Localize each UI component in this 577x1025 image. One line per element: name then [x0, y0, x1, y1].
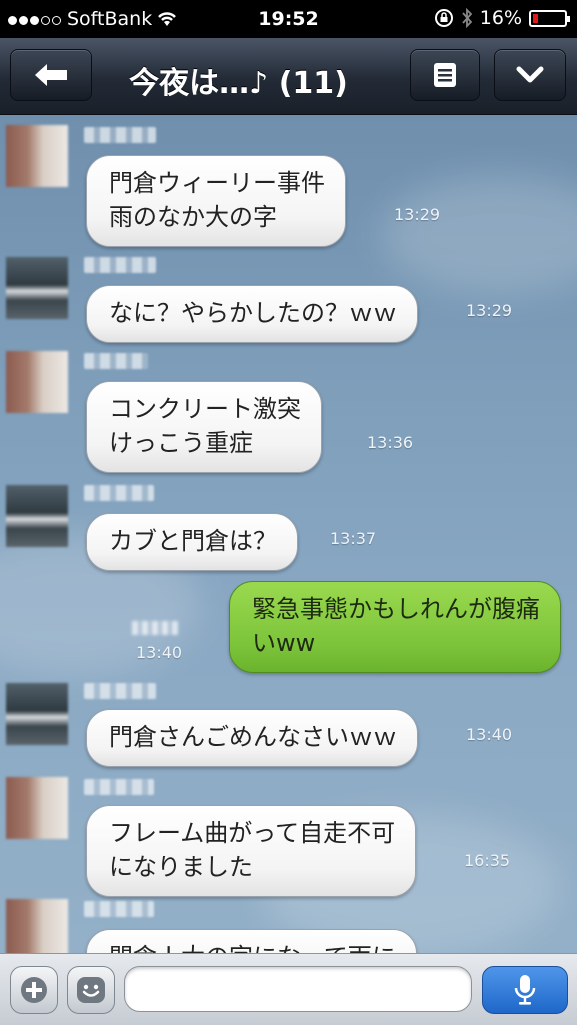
message-time: 16:35: [464, 851, 511, 870]
add-attachment-button[interactable]: [10, 966, 58, 1014]
message-input-bar: [0, 953, 577, 1025]
collapse-button[interactable]: [494, 49, 566, 101]
chat-title: 今夜は…♪ (11): [129, 66, 348, 101]
message-bubble-outgoing[interactable]: 緊急事態かもしれんが腹痛 いww: [229, 581, 561, 673]
message-time: 13:37: [330, 529, 377, 548]
sender-avatar[interactable]: [6, 899, 68, 953]
battery-percent: 16%: [479, 7, 522, 29]
message-bubble[interactable]: コンクリート激突 けっこう重症: [86, 381, 322, 473]
message-time: 13:29: [466, 301, 513, 320]
sender-name-blurred: [84, 485, 154, 501]
status-right: 16%: [434, 7, 570, 29]
message-time: 13:29: [394, 205, 441, 224]
sender-name-blurred: [84, 257, 156, 273]
menu-button[interactable]: [410, 49, 480, 101]
background-cloud: [380, 175, 577, 295]
sender-avatar[interactable]: [6, 351, 68, 413]
bluetooth-icon: [462, 8, 473, 28]
status-bar: SoftBank 19:52 16%: [0, 0, 577, 38]
message-bubble[interactable]: 門倉さんごめんなさいｗｗ: [86, 709, 418, 767]
smiley-icon: [77, 977, 105, 1003]
message-bubble[interactable]: 門倉ウィーリー事件 雨のなか大の字: [86, 155, 346, 247]
sender-avatar[interactable]: [6, 125, 68, 187]
sender-avatar[interactable]: [6, 257, 68, 319]
sender-avatar[interactable]: [6, 683, 68, 745]
microphone-icon: [514, 975, 536, 1005]
sender-name-blurred: [84, 779, 154, 795]
sender-avatar[interactable]: [6, 485, 68, 547]
sender-name-blurred: [84, 901, 154, 917]
back-button[interactable]: [10, 49, 92, 101]
chat-timeline[interactable]: 門倉ウィーリー事件 雨のなか大の字 13:29 なに？やらかしたの？ｗｗ 13:…: [0, 115, 577, 953]
battery-icon: [529, 9, 570, 27]
message-time: 13:40: [136, 643, 183, 662]
read-receipt-blurred: [132, 621, 178, 635]
menu-icon: [434, 63, 456, 87]
battery-fill: [533, 13, 538, 23]
nav-bar: 今夜は…♪ (11): [0, 38, 577, 115]
message-bubble[interactable]: カブと門倉は？: [86, 513, 298, 571]
message-time: 13:36: [367, 433, 414, 452]
message-time: 13:40: [466, 725, 513, 744]
sender-name-blurred: [84, 683, 156, 699]
back-arrow-icon: [35, 64, 67, 86]
voice-message-button[interactable]: [482, 966, 568, 1014]
sender-name-blurred: [84, 127, 156, 143]
message-bubble[interactable]: なに？やらかしたの？ｗｗ: [86, 285, 418, 343]
sender-name-blurred: [84, 353, 148, 369]
chevron-down-icon: [516, 66, 544, 83]
sender-avatar[interactable]: [6, 777, 68, 839]
message-input[interactable]: [124, 966, 472, 1012]
sticker-button[interactable]: [67, 966, 115, 1014]
rotation-lock-icon: [434, 9, 453, 27]
message-bubble[interactable]: 門倉ｌ大の字になって雨に: [86, 929, 417, 953]
message-bubble[interactable]: フレーム曲がって自走不可 になりました: [86, 805, 417, 897]
plus-icon: [21, 977, 47, 1003]
